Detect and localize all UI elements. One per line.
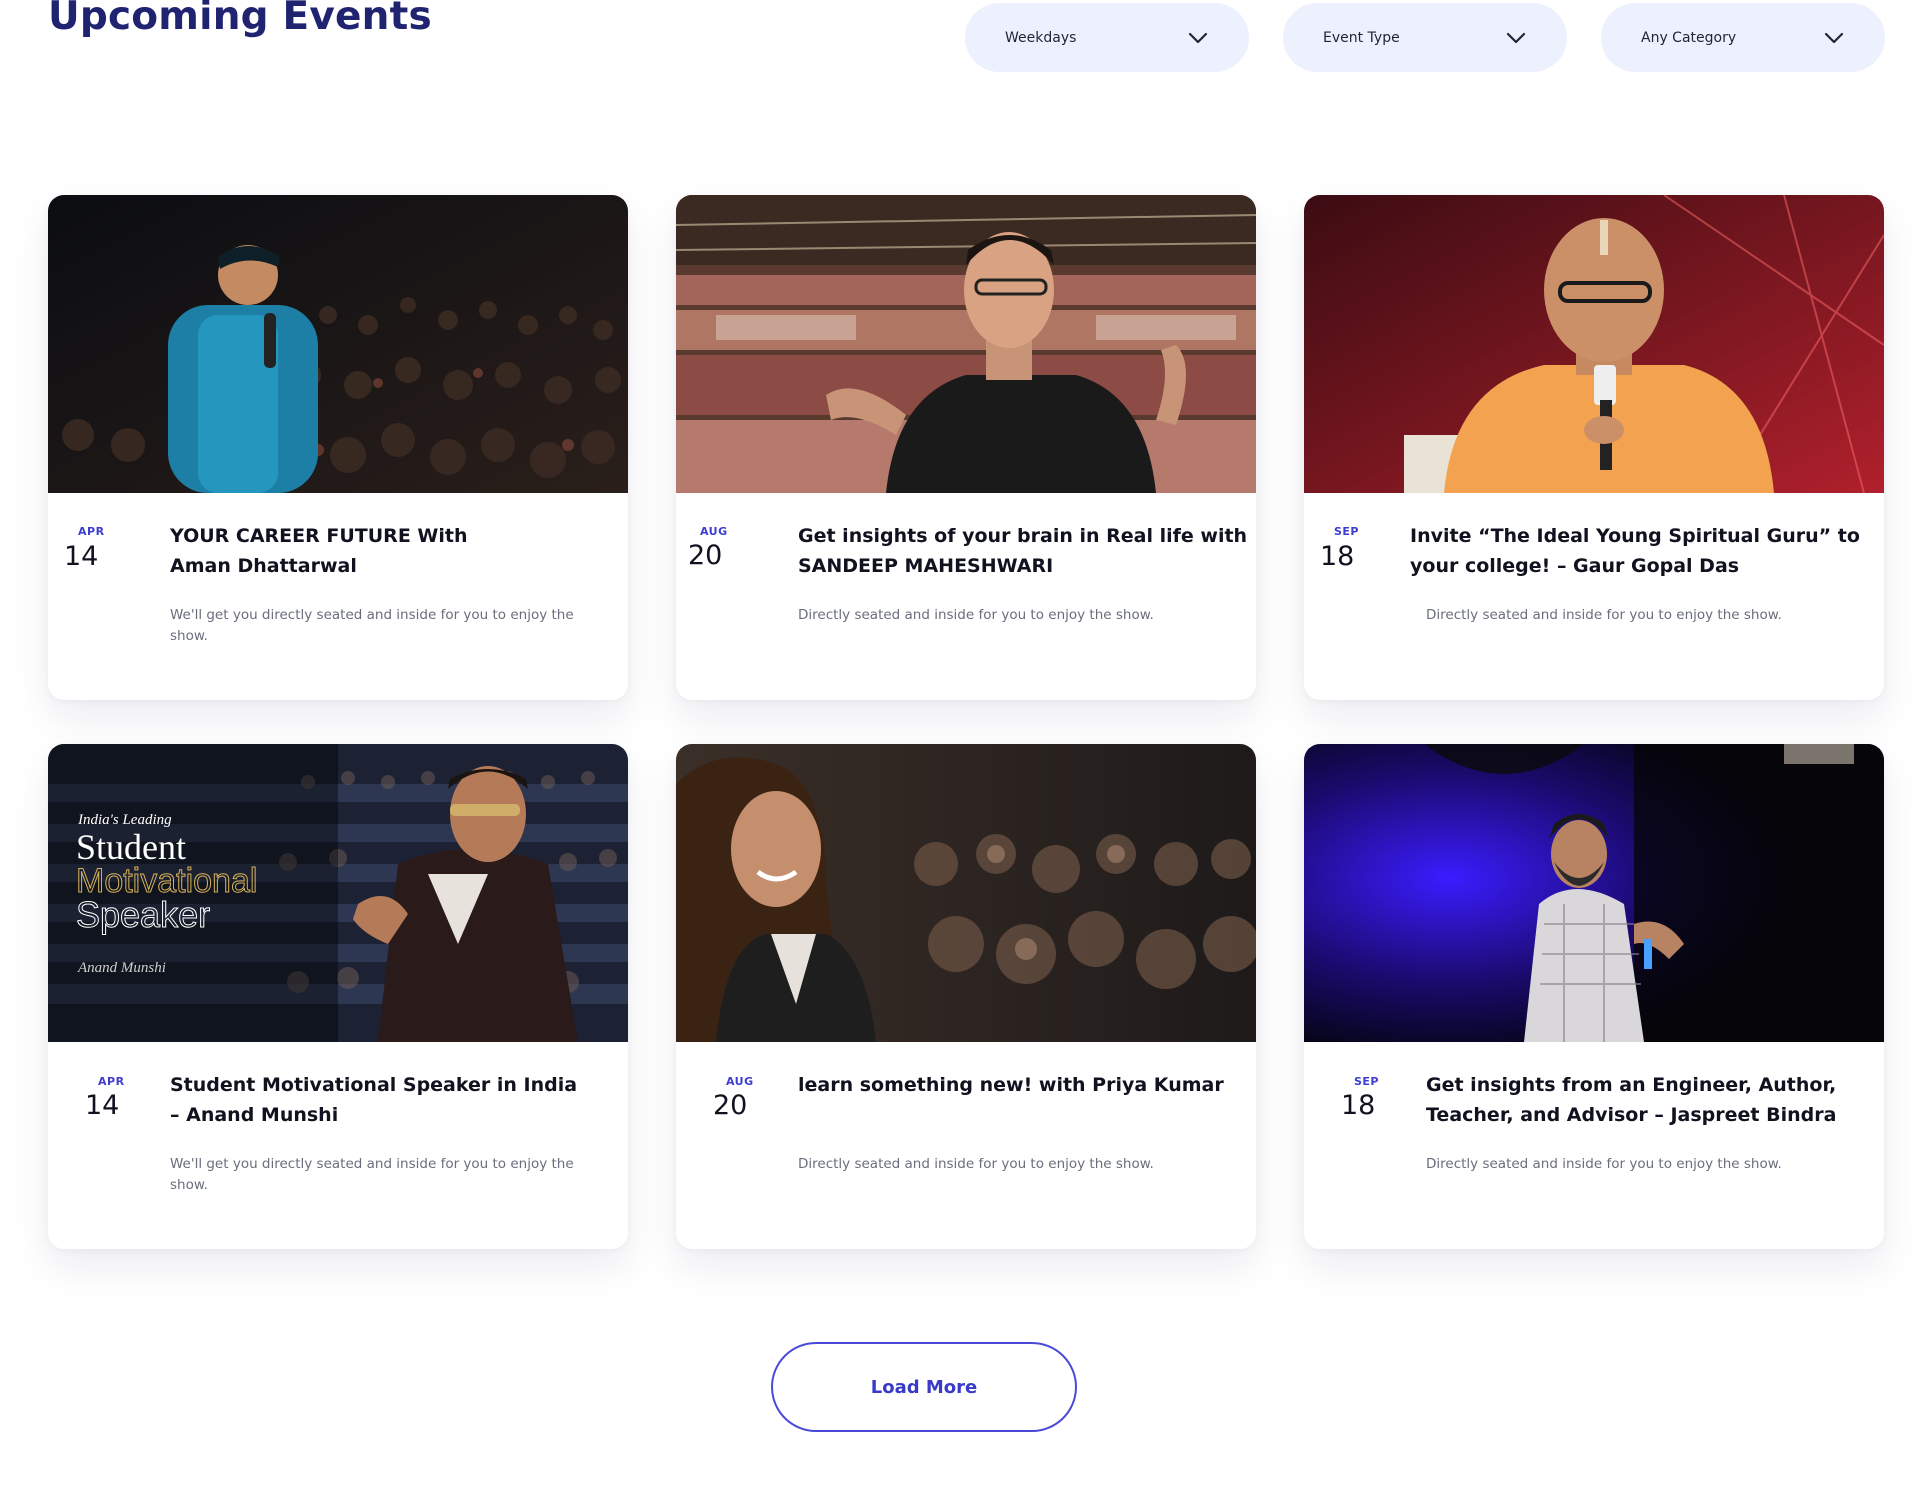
event-month: SEP <box>1354 1075 1379 1088</box>
event-day: 14 <box>85 1090 120 1121</box>
event-day: 18 <box>1320 541 1355 572</box>
weekdays-filter-dropdown[interactable]: Weekdays <box>965 3 1249 72</box>
event-card[interactable]: SEP 18 Get insights from an Engineer, Au… <box>1304 744 1884 1249</box>
event-month: AUG <box>700 525 728 538</box>
event-card[interactable]: AUG 20 learn something new! with Priya K… <box>676 744 1256 1249</box>
load-more-button[interactable]: Load More <box>771 1342 1077 1432</box>
event-type-filter-label: Event Type <box>1323 29 1400 46</box>
poster-tagline: India's Leading <box>77 812 172 828</box>
event-day: 14 <box>64 541 99 572</box>
event-title[interactable]: Get insights of your brain in Real life … <box>798 521 1247 581</box>
event-image[interactable]: India's Leading Student Motivational Spe… <box>48 744 628 1042</box>
event-month: AUG <box>726 1075 754 1088</box>
event-image[interactable] <box>1304 195 1884 493</box>
event-day: 20 <box>713 1090 748 1121</box>
event-image[interactable] <box>676 744 1256 1042</box>
weekdays-filter-label: Weekdays <box>1005 29 1077 46</box>
event-title[interactable]: learn something new! with Priya Kumar <box>798 1070 1224 1100</box>
event-card[interactable]: AUG 20 Get insights of your brain in Rea… <box>676 195 1256 700</box>
event-description: Directly seated and inside for you to en… <box>798 607 1154 623</box>
event-month: APR <box>98 1075 125 1088</box>
event-card[interactable]: APR 14 YOUR CAREER FUTURE With Aman Dhatt… <box>48 195 628 700</box>
category-filter-dropdown[interactable]: Any Category <box>1601 3 1885 72</box>
event-image[interactable] <box>1304 744 1884 1042</box>
event-description: Directly seated and inside for you to en… <box>1426 607 1782 623</box>
event-description: We'll get you directly seated and inside… <box>170 1156 574 1193</box>
event-day: 20 <box>688 540 723 571</box>
event-card[interactable]: SEP 18 Invite “The Ideal Young Spiritual… <box>1304 195 1884 700</box>
event-image[interactable] <box>48 195 628 493</box>
chevron-down-icon <box>1188 32 1208 43</box>
chevron-down-icon <box>1824 32 1844 43</box>
event-title[interactable]: Student Motivational Speaker in India – A… <box>170 1070 577 1130</box>
event-image[interactable] <box>676 195 1256 493</box>
category-filter-label: Any Category <box>1641 29 1737 46</box>
event-description: Directly seated and inside for you to en… <box>798 1156 1154 1172</box>
page-title: Upcoming Events <box>48 0 432 39</box>
event-month: SEP <box>1334 525 1359 538</box>
event-day: 18 <box>1341 1090 1376 1121</box>
event-title[interactable]: Invite “The Ideal Young Spiritual Guru” … <box>1410 521 1860 581</box>
poster-signature: Anand Munshi <box>77 960 166 976</box>
chevron-down-icon <box>1506 32 1526 43</box>
event-card[interactable]: India's Leading Student Motivational Spe… <box>48 744 628 1249</box>
event-description: We'll get you directly seated and inside… <box>170 607 574 644</box>
poster-word-1: Student <box>76 827 186 867</box>
poster-word-3: Speaker <box>76 894 210 935</box>
event-title[interactable]: Get insights from an Engineer, Author, Te… <box>1426 1070 1836 1130</box>
event-description: Directly seated and inside for you to en… <box>1426 1156 1782 1172</box>
event-title[interactable]: YOUR CAREER FUTURE With Aman Dhattarwal <box>170 521 468 581</box>
event-type-filter-dropdown[interactable]: Event Type <box>1283 3 1567 72</box>
event-month: APR <box>78 525 105 538</box>
